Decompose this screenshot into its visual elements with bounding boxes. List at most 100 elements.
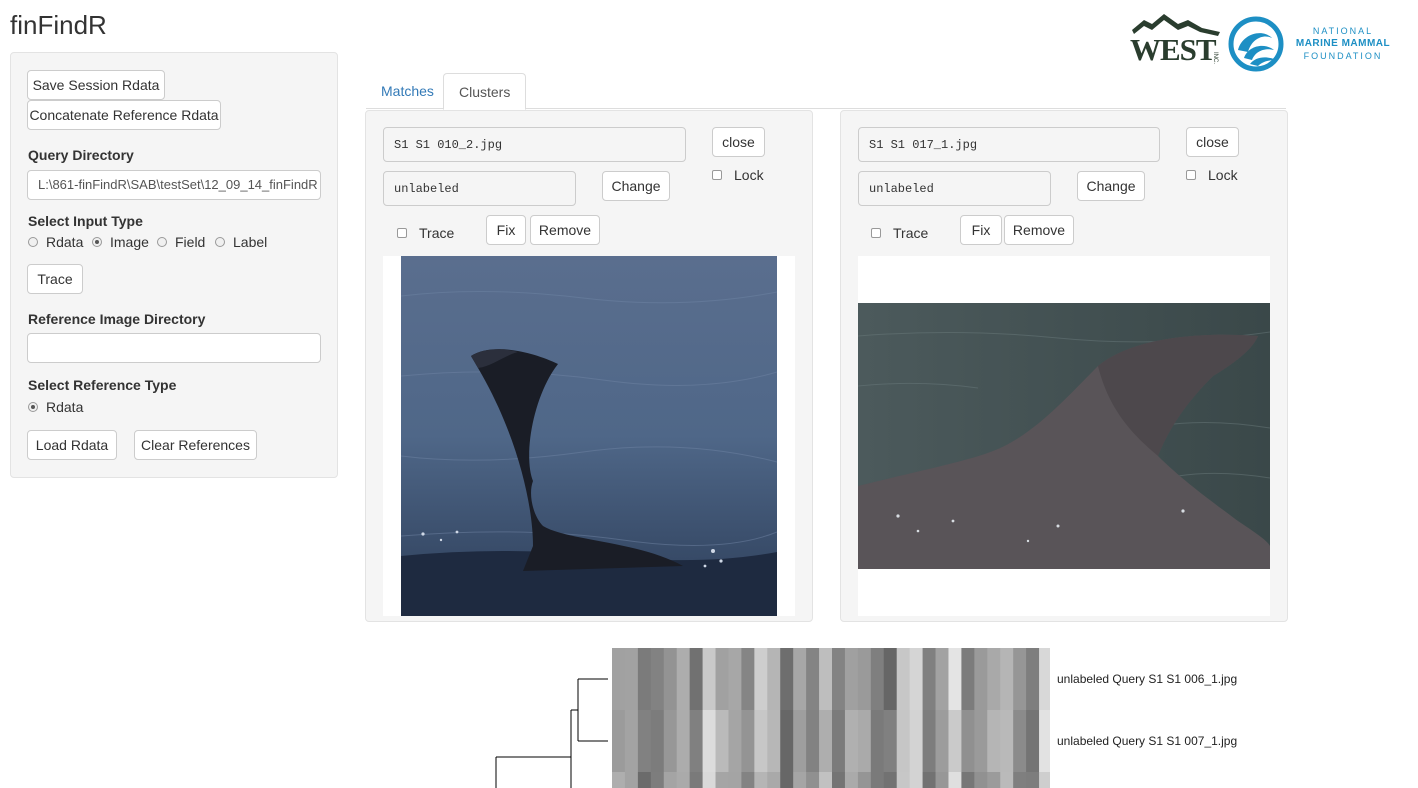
save-session-button[interactable]: Save Session Rdata (27, 70, 165, 100)
tab-matches[interactable]: Matches (366, 73, 449, 109)
heatmap-cell (987, 710, 1001, 772)
heatmap-cell (676, 648, 691, 710)
query-directory-input[interactable]: L:\861-finFindR\SAB\testSet\12_09_14_fin… (27, 170, 321, 200)
heatmap-graphic (495, 648, 1050, 788)
change-button[interactable]: Change (1077, 171, 1145, 201)
heatmap-cell (754, 648, 768, 710)
lock-checkbox[interactable]: Lock (712, 167, 764, 183)
heatmap-cell (909, 710, 924, 772)
filename-field[interactable]: S1 S1 010_2.jpg (383, 127, 686, 162)
heatmap-cell (832, 648, 846, 710)
heatmap-cell (948, 710, 962, 772)
heatmap-cells (612, 648, 1050, 788)
heatmap-cell (819, 710, 833, 772)
heatmap-cell (974, 710, 988, 772)
heatmap-cell (676, 772, 691, 788)
west-logo: WEST INC. (1130, 12, 1222, 70)
heatmap-cell (987, 648, 1001, 710)
trace-checkbox[interactable]: Trace (871, 225, 928, 241)
radio-dot (157, 237, 167, 247)
heatmap-cell (961, 710, 975, 772)
heatmap-cell (689, 772, 704, 788)
heatmap-cell (974, 772, 988, 788)
heatmap-cell (650, 648, 665, 710)
lock-checkbox[interactable]: Lock (1186, 167, 1238, 183)
heatmap-cell (909, 772, 924, 788)
heatmap-cell (741, 648, 755, 710)
heatmap-cell (883, 772, 898, 788)
heatmap-cell (1013, 710, 1027, 772)
load-rdata-button[interactable]: Load Rdata (27, 430, 117, 460)
heatmap-cell (819, 648, 833, 710)
cluster-panel-right: S1 S1 017_1.jpg close Lock unlabeled Cha… (840, 110, 1288, 622)
nmmf-logo: NATIONAL MARINE MAMMAL FOUNDATION (1228, 16, 1408, 72)
trace-checkbox[interactable]: Trace (397, 225, 454, 241)
heatmap-cell (844, 648, 859, 710)
heatmap-cell (612, 648, 626, 710)
radio-label: Rdata (46, 399, 84, 415)
heatmap-cell (663, 710, 678, 772)
heatmap-cell (1039, 710, 1050, 772)
heatmap-cell (857, 772, 872, 788)
label-field[interactable]: unlabeled (383, 171, 576, 206)
radio-label: Image (110, 234, 149, 250)
close-button[interactable]: close (712, 127, 765, 157)
reference-type-rdata-radio[interactable]: Rdata (28, 399, 83, 415)
radio-dot (28, 402, 38, 412)
heatmap-cell (793, 710, 807, 772)
dorsal-fin-photo[interactable] (383, 256, 795, 616)
heatmap-cell (870, 772, 885, 788)
input-type-rdata-radio[interactable]: Rdata (28, 234, 83, 250)
trace-label: Trace (893, 225, 929, 241)
dendrogram (495, 678, 608, 788)
remove-button[interactable]: Remove (530, 215, 600, 245)
radio-dot (28, 237, 38, 247)
trace-label: Trace (419, 225, 455, 241)
clear-references-button[interactable]: Clear References (134, 430, 257, 460)
heatmap-cell (624, 772, 639, 788)
heatmap-cell (922, 648, 937, 710)
reference-directory-input[interactable] (27, 333, 321, 363)
heatmap-cell (961, 772, 975, 788)
heatmap-cell (806, 772, 820, 788)
heatmap-cell (896, 648, 911, 710)
input-type-image-radio[interactable]: Image (92, 234, 149, 250)
heatmap-cell (715, 772, 729, 788)
concatenate-reference-button[interactable]: Concatenate Reference Rdata (27, 100, 221, 130)
heatmap-cell (637, 648, 652, 710)
query-directory-label: Query Directory (28, 147, 134, 163)
radio-label: Rdata (46, 234, 84, 250)
fix-button[interactable]: Fix (960, 215, 1002, 245)
label-field[interactable]: unlabeled (858, 171, 1051, 206)
heatmap-cell (689, 648, 704, 710)
close-button[interactable]: close (1186, 127, 1239, 157)
heatmap-cell (870, 648, 885, 710)
heatmap-cell (844, 710, 859, 772)
heatmap-cell (1039, 772, 1050, 788)
heatmap-cell (922, 710, 937, 772)
input-type-field-radio[interactable]: Field (157, 234, 205, 250)
tab-clusters[interactable]: Clusters (443, 73, 527, 110)
input-type-label-radio[interactable]: Label (215, 234, 267, 250)
heatmap-cell (767, 772, 781, 788)
heatmap-cell (832, 772, 846, 788)
dorsal-fin-photo[interactable] (858, 256, 1270, 616)
heatmap-cell (728, 648, 742, 710)
filename-field[interactable]: S1 S1 017_1.jpg (858, 127, 1160, 162)
fix-button[interactable]: Fix (486, 215, 526, 245)
heatmap-cell (612, 772, 626, 788)
change-button[interactable]: Change (602, 171, 670, 201)
fin-image-area (383, 256, 795, 616)
trace-button[interactable]: Trace (27, 264, 83, 294)
heatmap-cell (1026, 772, 1040, 788)
checkbox-box (1186, 170, 1196, 180)
heatmap-cell (896, 772, 911, 788)
heatmap-cell (935, 710, 949, 772)
heatmap-cell (663, 772, 678, 788)
heatmap-cell (728, 710, 742, 772)
heatmap-cell (948, 648, 962, 710)
radio-dot (92, 237, 102, 247)
heatmap-cell (702, 710, 717, 772)
heatmap-cell (780, 648, 794, 710)
remove-button[interactable]: Remove (1004, 215, 1074, 245)
